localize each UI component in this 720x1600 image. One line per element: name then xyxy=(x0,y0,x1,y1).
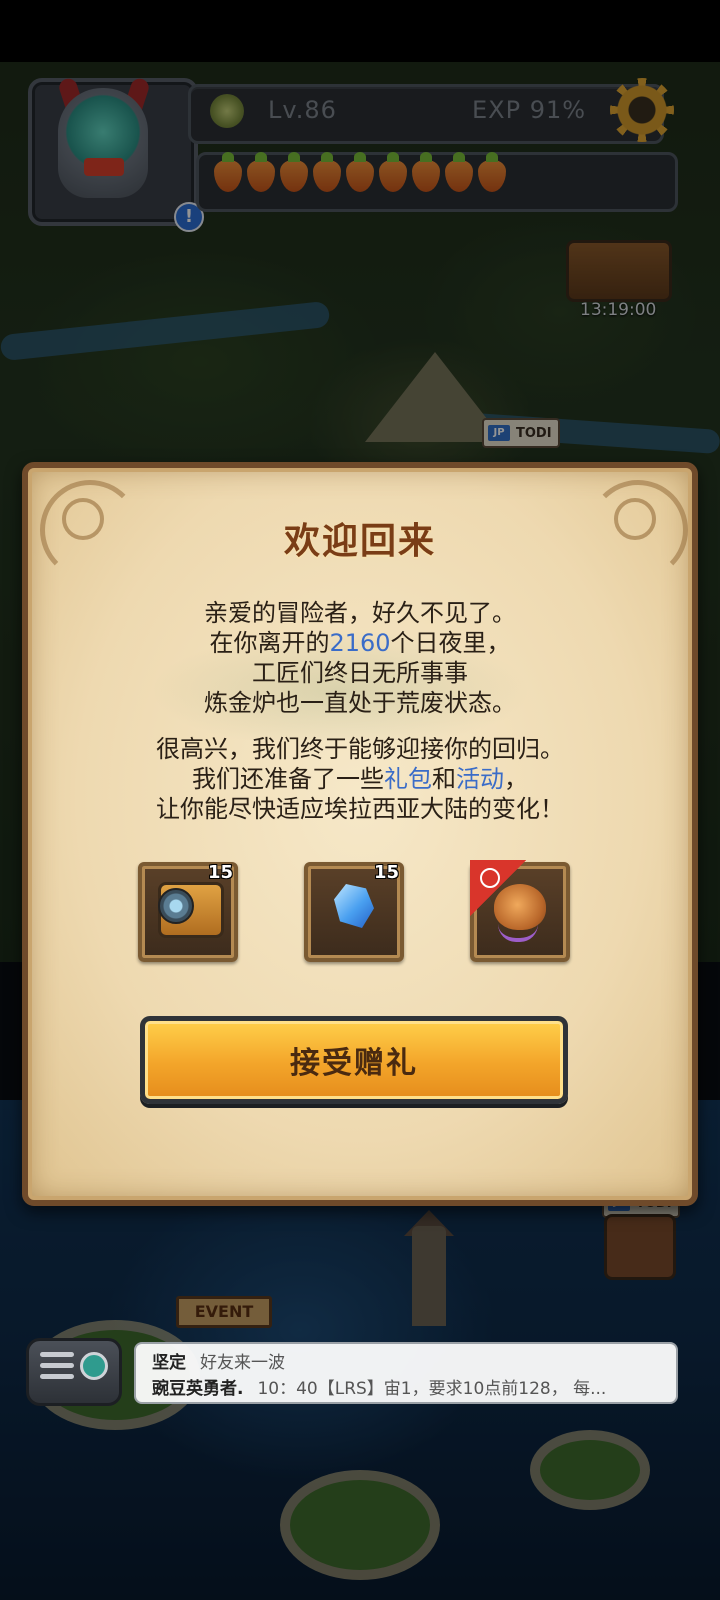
gift-pack-link[interactable]: 礼包 xyxy=(384,765,432,793)
days-away-count: 2160 xyxy=(329,629,391,657)
chat-message: 豌豆英勇者. 10：40【LRS】宙1，要求10点前128， 每... xyxy=(152,1374,606,1399)
chat-username: 坚定 xyxy=(152,1353,186,1373)
return-message: 很高兴，我们终于能够迎接你的回归。 我们还准备了一些礼包和活动， 让你能尽快适应… xyxy=(22,734,698,824)
reward-count: 15 xyxy=(208,862,234,883)
chat-username: 豌豆英勇者. xyxy=(152,1379,244,1399)
welcome-message: 亲爱的冒险者，好久不见了。 在你离开的2160个日夜里， 工匠们终日无所事事 炼… xyxy=(22,598,698,718)
message-line: 炼金炉也一直处于荒废状态。 xyxy=(204,689,516,717)
message-line: 让你能尽快适应埃拉西亚大陆的变化！ xyxy=(156,795,564,823)
message-line: 我们还准备了一些礼包和活动， xyxy=(192,765,528,793)
lens-icon xyxy=(158,888,194,924)
chat-text: 好友来一波 xyxy=(200,1353,285,1373)
chat-message: 坚定 好友来一波 xyxy=(152,1348,285,1373)
dialog-title: 欢迎回来 xyxy=(283,521,436,562)
message-line: 工匠们终日无所事事 xyxy=(252,659,468,687)
activity-link[interactable]: 活动 xyxy=(456,765,504,793)
message-line: 在你离开的2160个日夜里， xyxy=(209,629,511,657)
message-line: 亲爱的冒险者，好久不见了。 xyxy=(204,599,516,627)
alarm-clock-icon xyxy=(480,868,500,888)
accept-gift-button[interactable]: 接受赠礼 xyxy=(140,1016,568,1104)
menu-icon xyxy=(40,1352,74,1385)
message-line: 很高兴，我们终于能够迎接你的回归。 xyxy=(156,735,564,763)
reward-count: 15 xyxy=(374,862,400,883)
chat-status-icon xyxy=(80,1352,108,1380)
chat-text: 10：40【LRS】宙1，要求10点前128， 每... xyxy=(257,1379,607,1399)
